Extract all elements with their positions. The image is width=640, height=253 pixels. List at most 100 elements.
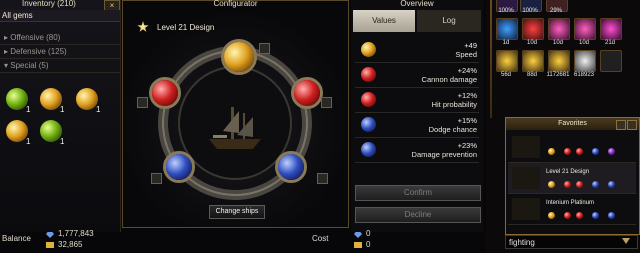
resource-slot[interactable] xyxy=(600,50,622,72)
resource-label: 1172681 xyxy=(546,72,570,78)
blue-gem-icon xyxy=(361,142,376,157)
stat-label: Hit probability xyxy=(431,100,477,109)
ship-icon xyxy=(209,107,261,149)
buff-label: 100% xyxy=(522,8,538,14)
stat-label: Cannon damage xyxy=(421,75,477,84)
gem-socket-top[interactable] xyxy=(221,39,257,75)
gem-socket-right[interactable] xyxy=(291,77,323,109)
configurator-title: Configurator xyxy=(213,0,258,8)
resource-slot[interactable] xyxy=(496,50,518,72)
ship-icon xyxy=(512,198,540,220)
favorite-name: Level 21 Design xyxy=(546,169,590,175)
gold-icon xyxy=(354,242,362,248)
frame-divider xyxy=(490,0,492,118)
tab-values[interactable]: Values xyxy=(353,10,415,32)
gem-count: 1 xyxy=(60,105,65,114)
stat-value: +24% xyxy=(457,66,477,75)
item-label: 10d xyxy=(578,40,589,46)
chevron-down-icon: ▾ xyxy=(4,61,9,70)
item-slot[interactable] xyxy=(496,18,518,40)
resource-slot[interactable] xyxy=(574,50,596,72)
close-icon[interactable] xyxy=(627,120,637,130)
stat-row: +15% Dodge chance xyxy=(355,113,479,138)
chevron-right-icon: ▸ xyxy=(4,47,9,56)
cost-label: Cost xyxy=(312,234,329,243)
favorite-entry[interactable]: Intenium Platinum xyxy=(508,194,636,225)
stat-label: Dodge chance xyxy=(428,125,477,134)
gem-socket-left[interactable] xyxy=(149,77,181,109)
gem-item[interactable] xyxy=(6,88,28,110)
item-slot[interactable] xyxy=(548,18,570,40)
balance-label: Balance xyxy=(2,234,31,243)
gem-filter-dropdown[interactable]: All gems xyxy=(0,10,120,22)
category-label: Special (5) xyxy=(10,61,49,70)
design-name: Level 21 Design xyxy=(157,23,215,32)
stat-row: +23% Damage prevention xyxy=(355,138,479,163)
stat-row: +49 Speed xyxy=(355,38,479,63)
overview-title: Overview xyxy=(400,0,434,8)
stat-value: +23% xyxy=(457,141,477,150)
minimize-icon[interactable] xyxy=(616,120,626,130)
tab-log[interactable]: Log xyxy=(417,10,481,32)
balance-gold: 32,865 xyxy=(58,240,83,249)
balance-gems: 1,777,843 xyxy=(58,229,94,238)
resource-label: 618923 xyxy=(573,72,595,78)
cost-gems: 0 xyxy=(366,229,371,238)
resource-slot[interactable] xyxy=(548,50,570,72)
stat-value: +49 xyxy=(464,41,477,50)
lock-icon[interactable] xyxy=(259,43,270,54)
gem-item[interactable] xyxy=(6,120,28,142)
decline-button[interactable]: Decline xyxy=(355,207,481,223)
ship-icon xyxy=(512,136,540,158)
blue-gem-icon xyxy=(361,117,376,132)
item-label: 21d xyxy=(604,40,615,46)
confirm-button[interactable]: Confirm xyxy=(355,185,481,201)
star-icon xyxy=(137,21,149,32)
item-slot[interactable] xyxy=(600,18,622,40)
change-ships-button[interactable]: Change ships xyxy=(209,205,265,219)
diamond-icon xyxy=(354,232,362,238)
category-offensive[interactable]: ▸ Offensive (80) xyxy=(0,31,120,45)
gem-item[interactable] xyxy=(76,88,98,110)
buff-label: 100% xyxy=(498,8,514,14)
stat-row: +24% Cannon damage xyxy=(355,63,479,88)
chevron-right-icon: ▸ xyxy=(4,33,9,42)
stat-label: Speed xyxy=(455,50,477,59)
gem-count: 1 xyxy=(60,137,65,146)
gem-count: 1 xyxy=(26,137,31,146)
lock-icon[interactable] xyxy=(317,173,328,184)
item-label: 10d xyxy=(552,40,563,46)
gem-socket-bottom-right[interactable] xyxy=(275,151,307,183)
item-slot[interactable] xyxy=(574,18,596,40)
ship-icon xyxy=(512,167,540,189)
lock-icon[interactable] xyxy=(321,97,332,108)
inventory-panel: Inventory (210) × All gems ▸ Offensive (… xyxy=(0,0,121,232)
category-special[interactable]: ▾ Special (5) xyxy=(0,59,120,73)
diamond-icon xyxy=(46,232,54,238)
gem-count: 1 xyxy=(26,105,31,114)
gem-item[interactable] xyxy=(40,88,62,110)
gem-socket-bottom-left[interactable] xyxy=(163,151,195,183)
item-label: 10d xyxy=(526,40,537,46)
gem-item[interactable] xyxy=(40,120,62,142)
category-defensive[interactable]: ▸ Defensive (125) xyxy=(0,45,120,59)
lock-icon[interactable] xyxy=(137,97,148,108)
resource-label: 88d xyxy=(526,72,537,78)
red-gem-icon xyxy=(361,92,376,107)
item-slot[interactable] xyxy=(522,18,544,40)
stat-value: +15% xyxy=(457,116,477,125)
resource-label: 56d xyxy=(500,72,511,78)
gold-gem-icon xyxy=(361,42,376,57)
overview-panel: Overview Values Log +49 Speed +24% Canno… xyxy=(351,0,483,232)
lock-icon[interactable] xyxy=(151,173,162,184)
category-label: Offensive (80) xyxy=(10,33,61,42)
favorite-entry[interactable]: Level 21 Design xyxy=(508,163,636,194)
search-input[interactable]: fighting xyxy=(505,235,638,249)
red-gem-icon xyxy=(361,67,376,82)
cost-gold: 0 xyxy=(366,240,371,249)
chevron-down-icon[interactable] xyxy=(622,238,630,244)
buff-label: 29% xyxy=(549,8,562,14)
favorite-entry[interactable] xyxy=(508,132,636,163)
resource-slot[interactable] xyxy=(522,50,544,72)
favorite-name: Intenium Platinum xyxy=(546,200,595,206)
